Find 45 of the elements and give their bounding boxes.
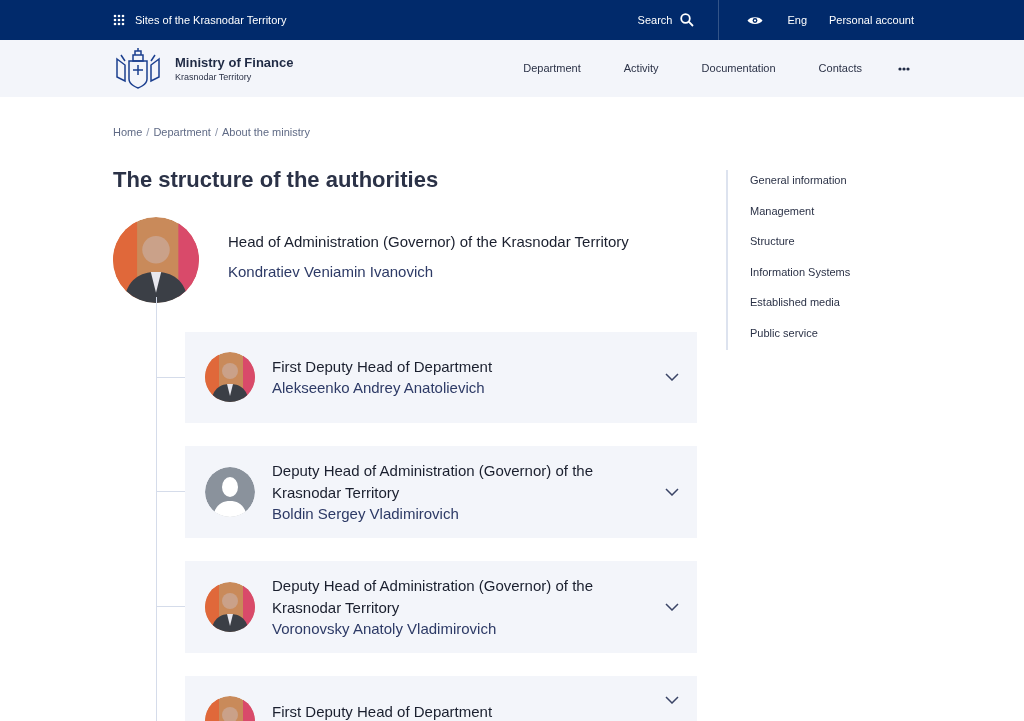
person-card[interactable]: First Deputy Head of Department Alekseenko Andrey Anatolievich xyxy=(185,331,697,423)
person-name: Boldin Sergey Vladimirovich xyxy=(272,503,460,524)
person-card[interactable]: First Deputy Head of Department xyxy=(185,675,697,721)
language-link[interactable]: Eng xyxy=(787,11,807,29)
search-icon xyxy=(680,13,695,27)
chevron-down-icon[interactable] xyxy=(665,373,679,381)
search-button[interactable]: Search xyxy=(637,11,695,29)
chevron-down-icon[interactable] xyxy=(665,602,679,611)
side-nav-link[interactable]: Information Systems xyxy=(750,263,851,280)
person-name: Voronovsky Anatoly Vladimirovich xyxy=(272,618,498,639)
page-title: The structure of the authorities xyxy=(113,165,440,194)
nav-link[interactable]: Contacts xyxy=(818,60,862,77)
position-title: Head of Administration (Governor) of the Krasnodar Territory xyxy=(228,231,629,252)
person-name: Kondratiev Veniamin Ivanovich xyxy=(228,262,435,282)
site-subtitle: Krasnodar Territory xyxy=(175,70,253,83)
side-nav-link[interactable]: Management xyxy=(750,202,851,219)
person-card[interactable]: Deputy Head of Administration (Governor) of the Krasnodar Territory Voronovsky Anatoly Vladimirovich xyxy=(185,560,697,653)
position-title: Deputy Head of Administration (Governor) of the Krasnodar Territory xyxy=(272,575,594,618)
nav-link[interactable]: Activity xyxy=(623,60,659,77)
site-title: Ministry of Finance xyxy=(175,54,294,71)
eye-icon[interactable] xyxy=(747,14,764,26)
breadcrumb-separator: / xyxy=(146,125,150,140)
grid-icon xyxy=(113,14,125,26)
more-button[interactable] xyxy=(898,66,910,71)
coat-of-arms-logo xyxy=(115,46,161,91)
position-title: First Deputy Head of Department xyxy=(272,701,494,721)
person-name: Alekseenko Andrey Anatolievich xyxy=(272,378,486,398)
side-nav-link[interactable]: Structure xyxy=(750,233,851,250)
side-nav-link[interactable]: General information xyxy=(750,172,851,189)
nav-link[interactable]: Documentation xyxy=(701,60,776,77)
breadcrumb-link[interactable]: Department xyxy=(153,124,211,141)
breadcrumb-link[interactable]: Home xyxy=(113,124,143,141)
side-nav-link[interactable]: Public service xyxy=(750,324,851,341)
breadcrumb-separator: / xyxy=(214,125,218,140)
breadcrumb-link[interactable]: About the ministry xyxy=(221,124,310,141)
position-title: Deputy Head of Administration (Governor) of the Krasnodar Territory xyxy=(272,460,594,503)
nav-link[interactable]: Department xyxy=(523,60,581,77)
side-nav-link[interactable]: Established media xyxy=(750,294,851,311)
person-card[interactable]: Deputy Head of Administration (Governor) of the Krasnodar Territory Boldin Sergey Vladimirovich xyxy=(185,445,697,538)
sites-link[interactable]: Sites of the Krasnodar Territory xyxy=(113,11,287,29)
chevron-down-icon[interactable] xyxy=(665,487,679,496)
chevron-down-icon[interactable] xyxy=(665,695,679,704)
position-title: First Deputy Head of Department xyxy=(272,357,494,377)
more-icon xyxy=(898,66,910,71)
account-link[interactable]: Personal account xyxy=(829,11,914,29)
